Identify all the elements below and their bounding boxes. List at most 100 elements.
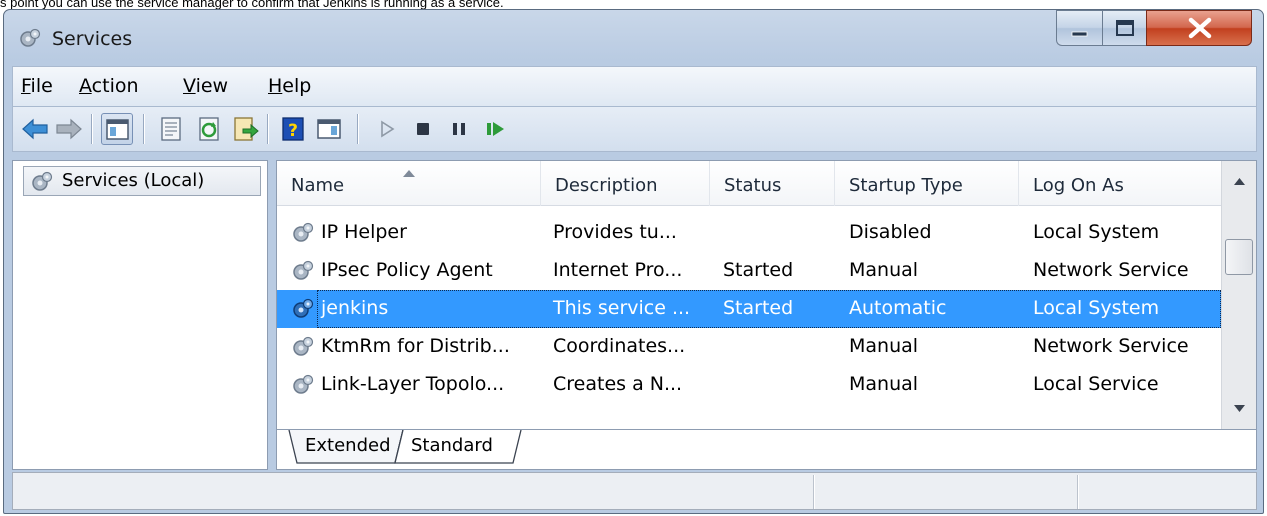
- start-service-button[interactable]: [371, 113, 403, 145]
- refresh-button[interactable]: [193, 113, 225, 145]
- status-bar: [12, 472, 1257, 510]
- window-title: Services: [52, 28, 133, 50]
- toolbar-separator: [267, 114, 269, 144]
- menu-file[interactable]: File: [21, 75, 53, 97]
- cell-description: This service ...: [553, 297, 691, 319]
- cell-startup-type: Manual: [849, 335, 919, 357]
- export-list-button[interactable]: [229, 113, 261, 145]
- gear-icon: [291, 297, 315, 325]
- cell-status: Started: [723, 297, 794, 319]
- help-button[interactable]: ?: [277, 113, 309, 145]
- column-header-status[interactable]: Status: [710, 161, 835, 206]
- services-list: Name Description Status Startup Type Log…: [276, 160, 1257, 430]
- tab-standard[interactable]: Standard: [411, 430, 493, 464]
- cell-description: Internet Pro...: [553, 259, 683, 281]
- restart-service-button[interactable]: [479, 113, 511, 145]
- show-hide-console-tree-button[interactable]: [101, 113, 133, 145]
- forward-button[interactable]: [53, 113, 85, 145]
- cell-name: jenkins: [321, 297, 389, 319]
- toolbar-separator: [357, 114, 359, 144]
- properties-icon: [161, 117, 181, 141]
- view-tabs: Extended Standard: [276, 430, 1257, 470]
- scroll-thumb[interactable]: [1225, 239, 1253, 275]
- toolbar-separator: [143, 114, 145, 144]
- svg-text:?: ?: [288, 121, 298, 141]
- scroll-down-button[interactable]: [1222, 391, 1256, 427]
- cell-log-on-as: Network Service: [1033, 335, 1189, 357]
- status-separator: [813, 475, 815, 509]
- column-header-description[interactable]: Description: [541, 161, 710, 206]
- table-row[interactable]: IP Helper Provides tu... Disabled Local …: [277, 214, 1221, 252]
- refresh-icon: [199, 117, 219, 141]
- properties-button[interactable]: [155, 113, 187, 145]
- pause-service-button[interactable]: [443, 113, 475, 145]
- cell-description: Provides tu...: [553, 221, 677, 243]
- vertical-scrollbar[interactable]: [1221, 161, 1256, 429]
- table-row[interactable]: Link-Layer Topolo... Creates a N... Manu…: [277, 366, 1221, 404]
- close-icon: [1188, 17, 1212, 39]
- gear-icon: [291, 373, 315, 401]
- gear-icon: [291, 221, 315, 249]
- column-header-label: Name: [291, 175, 345, 196]
- play-icon: [381, 120, 395, 138]
- services-window: Services File Action View Help ? Service…: [3, 9, 1264, 514]
- gear-icon: [18, 27, 42, 51]
- help-icon: ?: [282, 117, 304, 141]
- forward-arrow-icon: [56, 118, 82, 140]
- cell-name: KtmRm for Distrib...: [321, 335, 510, 357]
- cell-log-on-as: Local Service: [1033, 373, 1159, 395]
- table-row[interactable]: KtmRm for Distrib... Coordinates... Manu…: [277, 328, 1221, 366]
- stop-icon: [417, 123, 429, 135]
- restart-icon: [487, 122, 504, 136]
- table-row-selected[interactable]: jenkins This service ... Started Automat…: [277, 290, 1221, 328]
- cell-name: IPsec Policy Agent: [321, 259, 493, 281]
- column-header-name[interactable]: Name: [277, 161, 541, 206]
- scroll-up-button[interactable]: [1222, 163, 1256, 199]
- gear-icon: [30, 170, 54, 202]
- chevron-down-icon: [1234, 405, 1245, 412]
- maximize-icon: [1116, 20, 1134, 36]
- column-header-startup-type[interactable]: Startup Type: [835, 161, 1019, 206]
- cell-name: Link-Layer Topolo...: [321, 373, 505, 395]
- cell-log-on-as: Local System: [1033, 221, 1160, 243]
- gear-icon: [291, 259, 315, 287]
- tree-item-services-local[interactable]: Services (Local): [23, 166, 261, 196]
- console-tree: Services (Local): [12, 160, 268, 470]
- show-action-pane-button[interactable]: [313, 113, 345, 145]
- status-separator: [1077, 475, 1079, 509]
- menu-bar: File Action View Help: [12, 66, 1257, 106]
- stop-service-button[interactable]: [407, 113, 439, 145]
- table-row[interactable]: IPsec Policy Agent Internet Pro... Start…: [277, 252, 1221, 290]
- back-button[interactable]: [19, 113, 51, 145]
- cell-startup-type: Manual: [849, 373, 919, 395]
- pause-icon: [453, 123, 465, 135]
- cell-description: Creates a N...: [553, 373, 683, 395]
- minimize-icon: [1071, 31, 1088, 37]
- cell-status: Started: [723, 259, 794, 281]
- chevron-up-icon: [1234, 178, 1245, 185]
- menu-view[interactable]: View: [183, 75, 228, 97]
- tab-extended[interactable]: Extended: [305, 430, 391, 464]
- action-pane-icon: [317, 119, 341, 139]
- menu-action[interactable]: Action: [79, 75, 139, 97]
- column-header-log-on-as[interactable]: Log On As: [1019, 161, 1221, 206]
- close-button[interactable]: [1146, 10, 1252, 46]
- back-arrow-icon: [22, 118, 48, 140]
- console-tree-icon: [106, 119, 129, 140]
- content-area: Services (Local) Name Description Status…: [12, 160, 1257, 470]
- export-list-icon: [234, 117, 259, 141]
- cell-log-on-as: Network Service: [1033, 259, 1189, 281]
- minimize-button[interactable]: [1056, 10, 1102, 46]
- title-bar[interactable]: Services: [4, 10, 1263, 62]
- cell-description: Coordinates...: [553, 335, 686, 357]
- gear-icon: [291, 335, 315, 363]
- sort-ascending-icon: [403, 170, 415, 177]
- toolbar: ?: [12, 106, 1257, 152]
- menu-help[interactable]: Help: [268, 75, 311, 97]
- list-header: Name Description Status Startup Type Log…: [277, 161, 1221, 206]
- maximize-button[interactable]: [1102, 10, 1146, 46]
- cell-log-on-as: Local System: [1033, 297, 1160, 319]
- cell-startup-type: Automatic: [849, 297, 947, 319]
- toolbar-separator: [91, 114, 93, 144]
- cell-startup-type: Disabled: [849, 221, 932, 243]
